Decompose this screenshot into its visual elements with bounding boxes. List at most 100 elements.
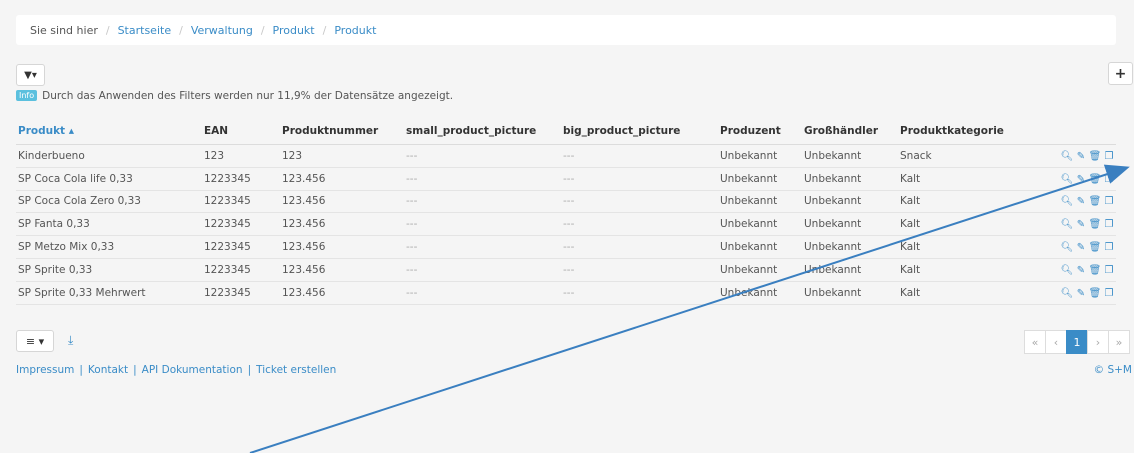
- copy-icon[interactable]: ❐: [1102, 219, 1116, 230]
- pencil-icon[interactable]: ✎: [1074, 174, 1088, 185]
- table-cell: 123: [280, 144, 404, 168]
- breadcrumb: Sie sind hier / Startseite / Verwaltung …: [16, 15, 1116, 45]
- trash-icon[interactable]: 🗑︎: [1088, 219, 1102, 230]
- pagination-prev[interactable]: ‹: [1045, 330, 1067, 354]
- pencil-icon[interactable]: ✎: [1074, 219, 1088, 230]
- col-header-big-picture[interactable]: big_product_picture: [561, 118, 718, 145]
- copy-icon[interactable]: ❐: [1102, 242, 1116, 253]
- table-cell: Unbekannt: [718, 235, 802, 259]
- pencil-icon[interactable]: ✎: [1074, 151, 1088, 162]
- table-cell: Unbekannt: [802, 167, 898, 191]
- search-icon[interactable]: 🔍︎: [1060, 151, 1074, 162]
- table-cell: 1223345: [202, 281, 280, 305]
- pencil-icon[interactable]: ✎: [1074, 196, 1088, 207]
- search-icon[interactable]: 🔍︎: [1060, 219, 1074, 230]
- list-options-button[interactable]: ≡ ▾: [16, 330, 54, 352]
- trash-icon[interactable]: 🗑︎: [1088, 174, 1102, 185]
- table-cell: ---: [404, 190, 561, 214]
- table-cell: Unbekannt: [802, 258, 898, 282]
- col-header-produkt[interactable]: Produkt ▴: [16, 118, 202, 145]
- row-actions: 🔍︎ ✎ 🗑︎ ❐: [1028, 144, 1116, 168]
- row-actions: 🔍︎ ✎ 🗑︎ ❐: [1028, 258, 1116, 282]
- trash-icon[interactable]: 🗑︎: [1088, 288, 1102, 299]
- col-header-produzent[interactable]: Produzent: [718, 118, 802, 145]
- col-header-small-picture[interactable]: small_product_picture: [404, 118, 561, 145]
- table-cell: Kalt: [898, 235, 1028, 259]
- footer-link-api[interactable]: API Dokumentation: [142, 364, 243, 376]
- row-actions: 🔍︎ ✎ 🗑︎ ❐: [1028, 235, 1116, 259]
- download-icon[interactable]: ⤓: [68, 333, 73, 348]
- info-badge: Info: [16, 90, 38, 101]
- plus-icon: +: [1114, 65, 1127, 82]
- row-actions: 🔍︎ ✎ 🗑︎ ❐: [1028, 281, 1116, 305]
- copy-icon[interactable]: ❐: [1102, 288, 1116, 299]
- footer-link-kontakt[interactable]: Kontakt: [88, 364, 128, 376]
- table-cell: Unbekannt: [718, 258, 802, 282]
- table-row: SP Sprite 0,33 1223345 123.456 --- --- Unbeka…: [16, 258, 1116, 282]
- pencil-icon[interactable]: ✎: [1074, 265, 1088, 276]
- filter-info: Info Durch das Anwenden des Filters werde…: [16, 90, 453, 102]
- table-cell: 1223345: [202, 235, 280, 259]
- table-cell: Unbekannt: [718, 212, 802, 237]
- row-actions: 🔍︎ ✎ 🗑︎ ❐: [1028, 167, 1116, 191]
- col-header-produktnummer[interactable]: Produktnummer: [280, 118, 404, 145]
- footer-link-ticket[interactable]: Ticket erstellen: [256, 364, 336, 376]
- table-cell: Kalt: [898, 281, 1028, 305]
- table-cell: ---: [404, 212, 561, 237]
- search-icon[interactable]: 🔍︎: [1060, 265, 1074, 276]
- pagination-page-1[interactable]: 1: [1066, 330, 1088, 354]
- breadcrumb-produkt[interactable]: Produkt: [273, 24, 315, 37]
- search-icon[interactable]: 🔍︎: [1060, 242, 1074, 253]
- copyright: © S+M: [1093, 364, 1132, 376]
- table-cell: 123: [202, 144, 280, 168]
- table-cell: 1223345: [202, 190, 280, 214]
- col-header-grosshaendler[interactable]: Großhändler: [802, 118, 898, 145]
- table-cell: 123.456: [280, 235, 404, 259]
- copy-icon[interactable]: ❐: [1102, 196, 1116, 207]
- table-cell: Kinderbueno: [16, 144, 202, 168]
- table-cell: SP Sprite 0,33: [16, 258, 202, 282]
- copy-icon[interactable]: ❐: [1102, 265, 1116, 276]
- table-cell: Kalt: [898, 167, 1028, 191]
- table-cell: Kalt: [898, 212, 1028, 237]
- trash-icon[interactable]: 🗑︎: [1088, 265, 1102, 276]
- breadcrumb-verwaltung[interactable]: Verwaltung: [191, 24, 253, 37]
- add-button[interactable]: +: [1108, 62, 1133, 85]
- pagination-first[interactable]: «: [1024, 330, 1046, 354]
- product-table: Produkt ▴ EAN Produktnummer small_produc…: [16, 118, 1116, 305]
- breadcrumb-produkt-current[interactable]: Produkt: [334, 24, 376, 37]
- table-cell: ---: [404, 235, 561, 259]
- filter-button[interactable]: ▼▾: [16, 64, 45, 86]
- table-row: SP Sprite 0,33 Mehrwert 1223345 123.456 ---…: [16, 281, 1116, 305]
- trash-icon[interactable]: 🗑︎: [1088, 151, 1102, 162]
- table-cell: ---: [561, 258, 718, 282]
- table-cell: Kalt: [898, 190, 1028, 214]
- table-cell: ---: [561, 235, 718, 259]
- footer-link-impressum[interactable]: Impressum: [16, 364, 74, 376]
- col-header-produktkategorie[interactable]: Produktkategorie: [898, 118, 1028, 145]
- table-cell: Unbekannt: [802, 144, 898, 168]
- pencil-icon[interactable]: ✎: [1074, 242, 1088, 253]
- copy-icon[interactable]: ❐: [1102, 151, 1116, 162]
- pagination-last[interactable]: »: [1108, 330, 1130, 354]
- pencil-icon[interactable]: ✎: [1074, 288, 1088, 299]
- search-icon[interactable]: 🔍︎: [1060, 288, 1074, 299]
- col-header-ean[interactable]: EAN: [202, 118, 280, 145]
- search-icon[interactable]: 🔍︎: [1060, 196, 1074, 207]
- trash-icon[interactable]: 🗑︎: [1088, 196, 1102, 207]
- pagination-next[interactable]: ›: [1087, 330, 1109, 354]
- breadcrumb-prefix: Sie sind hier: [30, 23, 98, 37]
- table-cell: 123.456: [280, 258, 404, 282]
- table-row: SP Fanta 0,33 1223345 123.456 --- --- Unbekan…: [16, 212, 1116, 237]
- pagination: « ‹ 1 › »: [1024, 330, 1130, 354]
- filter-icon: ▼▾: [24, 69, 37, 81]
- copy-icon[interactable]: ❐: [1102, 174, 1116, 185]
- trash-icon[interactable]: 🗑︎: [1088, 242, 1102, 253]
- table-cell: SP Coca Cola Zero 0,33: [16, 190, 202, 214]
- table-cell: ---: [404, 144, 561, 168]
- table-cell: Kalt: [898, 258, 1028, 282]
- breadcrumb-startseite[interactable]: Startseite: [118, 24, 172, 37]
- table-cell: ---: [561, 212, 718, 237]
- table-cell: 123.456: [280, 281, 404, 305]
- search-icon[interactable]: 🔍︎: [1060, 174, 1074, 185]
